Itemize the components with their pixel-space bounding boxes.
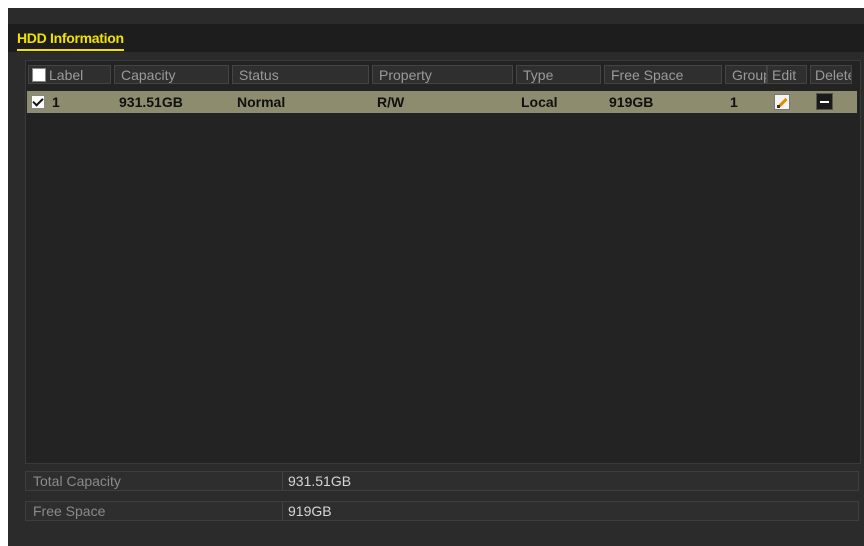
row-checkbox[interactable]	[31, 95, 45, 109]
column-header-free-space[interactable]: Free Space	[604, 65, 722, 84]
delete-icon[interactable]	[816, 93, 833, 110]
column-header-property[interactable]: Property	[372, 65, 513, 84]
select-all-checkbox[interactable]	[32, 68, 46, 82]
total-capacity-label: Total Capacity	[33, 473, 121, 489]
cell-status: Normal	[237, 94, 286, 110]
column-header-status[interactable]: Status	[232, 65, 369, 84]
total-capacity-row: Total Capacity 931.51GB	[25, 471, 859, 491]
cell-free-space: 919GB	[609, 94, 654, 110]
table-row[interactable]: 1 931.51GB Normal R/W Local 919GB 1	[27, 91, 857, 113]
edit-icon[interactable]	[774, 94, 790, 110]
hdd-table: Label Capacity Status Property Type Free…	[25, 60, 861, 464]
total-capacity-value: 931.51GB	[288, 473, 352, 489]
divider	[282, 502, 283, 520]
column-header-delete[interactable]: Delete	[810, 65, 852, 84]
tab-hdd-information[interactable]: HDD Information	[17, 27, 124, 51]
free-space-label: Free Space	[33, 503, 106, 519]
free-space-row: Free Space 919GB	[25, 501, 859, 521]
cell-property: R/W	[377, 94, 405, 110]
cell-type: Local	[521, 94, 558, 110]
hdd-settings-panel: HDD Information Label Capacity Status Pr…	[8, 8, 864, 546]
cell-label: 1	[52, 94, 60, 110]
column-header-group[interactable]: Group	[725, 65, 767, 84]
cell-group: 1	[730, 94, 738, 110]
divider	[282, 472, 283, 490]
tab-bar: HDD Information	[8, 24, 864, 52]
column-header-edit[interactable]: Edit	[767, 65, 807, 84]
column-header-label[interactable]: Label	[28, 65, 111, 84]
column-header-capacity[interactable]: Capacity	[114, 65, 229, 84]
cell-capacity: 931.51GB	[119, 94, 183, 110]
free-space-value: 919GB	[288, 503, 332, 519]
column-header-label-text: Label	[49, 67, 84, 83]
column-header-type[interactable]: Type	[516, 65, 601, 84]
table-header: Label Capacity Status Property Type Free…	[26, 61, 860, 88]
